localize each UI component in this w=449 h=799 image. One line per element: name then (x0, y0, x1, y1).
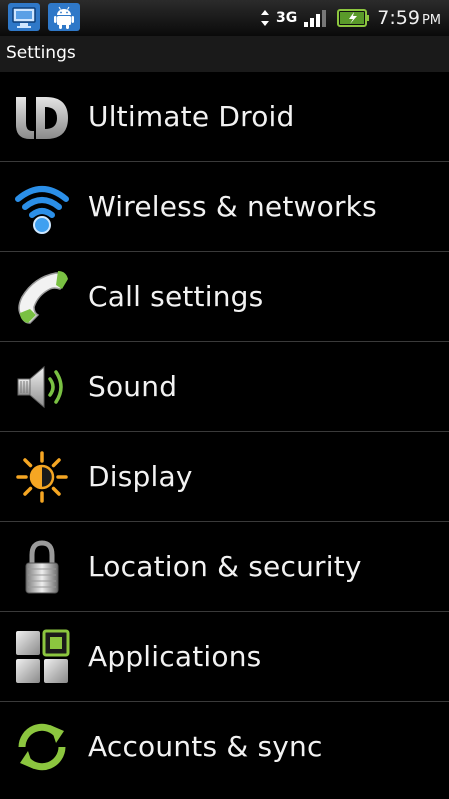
clock-ampm: PM (421, 13, 441, 28)
menu-item-location-security[interactable]: Location & security (0, 522, 449, 612)
speaker-icon (17, 365, 63, 409)
phone-handset-icon (18, 271, 68, 324)
usb-debug-icon (8, 3, 40, 31)
menu-item-sound[interactable]: Sound (0, 342, 449, 432)
clock-time: 7:59 (377, 7, 420, 29)
battery-charging-icon (337, 9, 370, 27)
title-bar: Settings (0, 36, 449, 72)
brightness-icon (16, 451, 68, 503)
clock[interactable]: 7:59 PM (377, 7, 441, 29)
menu-item-label: Location & security (88, 550, 362, 583)
menu-item-applications[interactable]: Applications (0, 612, 449, 702)
system-status[interactable]: 3G 7:59 PM (260, 0, 441, 36)
menu-item-label: Call settings (88, 280, 264, 313)
data-arrows-icon (261, 10, 270, 26)
menu-item-call-settings[interactable]: Call settings (0, 252, 449, 342)
status-bar[interactable]: 3G 7:59 PM (0, 0, 449, 36)
padlock-icon (25, 540, 59, 594)
menu-item-label: Applications (88, 640, 262, 673)
menu-item-ultimate-droid[interactable]: Ultimate Droid (0, 72, 449, 162)
network-type-label: 3G (276, 10, 298, 26)
settings-menu: Ultimate Droid Wireless & networks Call … (0, 72, 449, 792)
menu-item-wireless-networks[interactable]: Wireless & networks (0, 162, 449, 252)
wifi-icon (15, 186, 69, 234)
menu-item-label: Sound (88, 370, 178, 403)
menu-item-label: Wireless & networks (88, 190, 377, 223)
menu-item-accounts-sync[interactable]: Accounts & sync (0, 702, 449, 792)
menu-item-display[interactable]: Display (0, 432, 449, 522)
ultimate-droid-logo-icon (16, 97, 68, 139)
apps-grid-icon (16, 629, 70, 683)
signal-strength-icon (304, 10, 327, 27)
menu-item-label: Accounts & sync (88, 730, 323, 763)
page-title: Settings (6, 43, 76, 63)
menu-item-label: Display (88, 460, 193, 493)
sync-arrows-icon (18, 723, 66, 771)
android-notification-icon (48, 3, 80, 31)
menu-item-label: Ultimate Droid (88, 100, 295, 133)
notification-icons[interactable] (8, 3, 80, 33)
